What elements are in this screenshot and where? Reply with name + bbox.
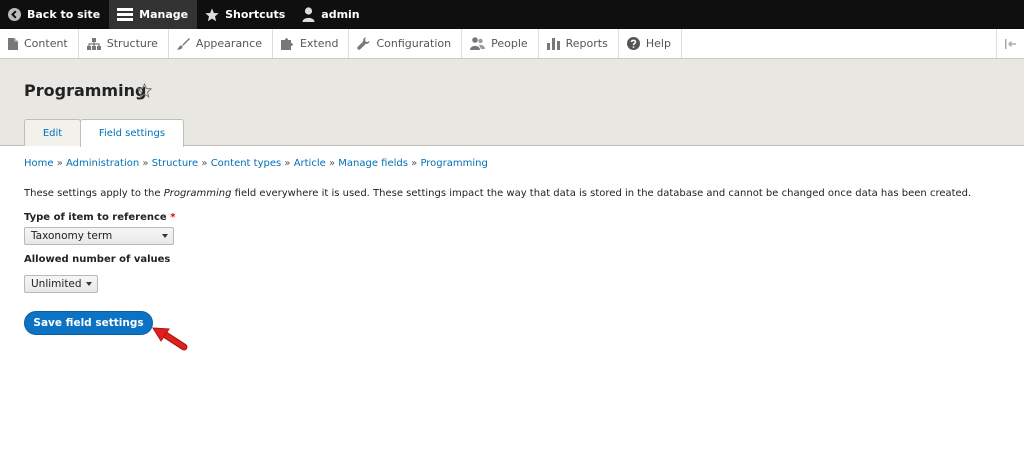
required-marker: * — [170, 212, 176, 223]
tray-item-label: People — [491, 37, 528, 50]
field-settings-description: These settings apply to the Programming … — [24, 188, 971, 199]
breadcrumb: Home » Administration » Structure » Cont… — [24, 158, 488, 169]
breadcrumb-link[interactable]: Home — [24, 158, 54, 169]
chevron-down-icon — [86, 282, 92, 286]
tray-item-label: Help — [645, 37, 671, 50]
tray-item-label: Extend — [299, 37, 339, 50]
user-label: admin — [321, 8, 360, 21]
back-arrow-icon — [8, 8, 21, 21]
tray-item-extend[interactable]: Extend — [273, 29, 350, 58]
type-of-item-select[interactable]: Taxonomy term — [24, 227, 174, 245]
type-of-item-label-text: Type of item to reference — [24, 212, 167, 223]
breadcrumb-separator: » — [328, 158, 339, 169]
breadcrumb-link[interactable]: Administration — [66, 158, 139, 169]
brush-icon — [176, 38, 190, 50]
hamburger-icon — [117, 8, 134, 21]
manage-tab[interactable]: Manage — [109, 0, 198, 29]
page-icon — [8, 37, 18, 50]
breadcrumb-link[interactable]: Article — [294, 158, 326, 169]
save-field-settings-button[interactable]: Save field settings — [24, 311, 153, 335]
admin-tray: Content Structure Appearance Extend Conf… — [0, 29, 1024, 59]
toolbar-bar: Back to site Manage Shortcuts admin — [0, 0, 1024, 29]
breadcrumb-separator: » — [56, 158, 67, 169]
tab-field-settings[interactable]: Field settings — [80, 119, 184, 147]
breadcrumb-link[interactable]: Structure — [152, 158, 199, 169]
breadcrumb-link[interactable]: Programming — [420, 158, 487, 169]
tray-orientation-toggle[interactable] — [996, 29, 1024, 58]
breadcrumb-separator: » — [142, 158, 152, 169]
breadcrumb-link[interactable]: Content types — [211, 158, 282, 169]
tray-item-help[interactable]: Help — [619, 29, 682, 58]
puzzle-icon — [280, 38, 293, 50]
shortcuts-label: Shortcuts — [225, 8, 286, 21]
tray-item-label: Configuration — [376, 37, 452, 50]
page-title: Programming — [24, 81, 147, 100]
description-field-name: Programming — [163, 188, 232, 199]
tray-item-appearance[interactable]: Appearance — [169, 29, 273, 58]
manage-label: Manage — [139, 8, 189, 21]
breadcrumb-separator: » — [284, 158, 294, 169]
tray-item-structure[interactable]: Structure — [79, 29, 169, 58]
breadcrumb-link[interactable]: Manage fields — [338, 158, 408, 169]
collapse-arrow-icon — [1004, 38, 1016, 49]
user-tab[interactable]: admin — [294, 0, 368, 29]
people-icon — [470, 37, 486, 50]
sitemap-icon — [86, 37, 101, 50]
shortcut-star-icon[interactable] — [137, 83, 152, 98]
shortcuts-tab[interactable]: Shortcuts — [197, 0, 294, 29]
wrench-icon — [357, 37, 370, 50]
tray-item-label: Content — [24, 37, 68, 50]
chevron-down-icon — [162, 234, 168, 238]
tab-edit-label: Edit — [42, 127, 63, 139]
type-of-item-label: Type of item to reference * — [24, 212, 175, 223]
user-icon — [302, 7, 315, 22]
description-before: These settings apply to the — [24, 188, 164, 199]
tray-item-content[interactable]: Content — [0, 29, 79, 58]
description-after: field everywhere it is used. These setti… — [231, 188, 972, 199]
cardinality-select[interactable]: Unlimited — [24, 275, 98, 293]
back-to-site-link[interactable]: Back to site — [0, 0, 109, 29]
back-to-site-label: Back to site — [27, 8, 101, 21]
tab-edit[interactable]: Edit — [24, 119, 81, 146]
tab-field-settings-label: Field settings — [98, 128, 166, 139]
tray-item-label: Structure — [106, 37, 158, 50]
annotation-arrow-icon — [152, 327, 188, 351]
bar-chart-icon — [546, 38, 560, 50]
tray-item-people[interactable]: People — [462, 29, 539, 58]
star-icon — [205, 8, 219, 21]
question-icon — [626, 37, 640, 50]
cardinality-label: Allowed number of values — [24, 254, 171, 265]
tray-item-reports[interactable]: Reports — [539, 29, 619, 58]
tray-item-label: Appearance — [195, 37, 262, 50]
tray-item-configuration[interactable]: Configuration — [349, 29, 463, 58]
breadcrumb-separator: » — [201, 158, 211, 169]
cardinality-value: Unlimited — [31, 278, 82, 290]
type-of-item-value: Taxonomy term — [31, 230, 113, 242]
tray-item-label: Reports — [565, 37, 608, 50]
